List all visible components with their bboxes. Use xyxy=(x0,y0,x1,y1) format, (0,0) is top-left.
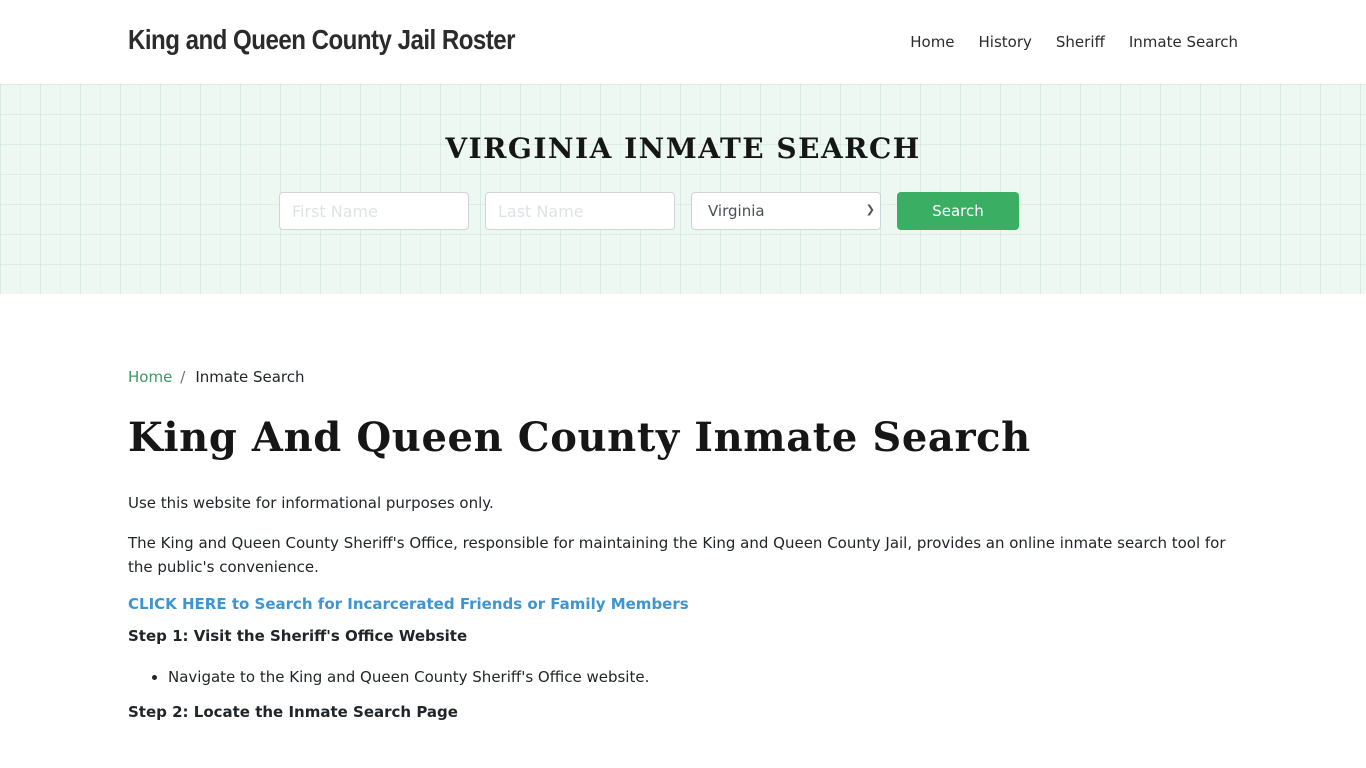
search-hero: VIRGINIA INMATE SEARCH Virginia ❯ Search xyxy=(0,84,1366,294)
description-text: The King and Queen County Sheriff's Offi… xyxy=(128,534,1226,576)
nav-history[interactable]: History xyxy=(979,33,1032,51)
breadcrumb-separator: / xyxy=(180,368,186,386)
list-item: Navigate to the King and Queen County Sh… xyxy=(168,665,1238,689)
search-button[interactable]: Search xyxy=(897,192,1019,230)
nav-home[interactable]: Home xyxy=(910,33,954,51)
main-nav: Home History Sheriff Inmate Search xyxy=(886,33,1238,51)
state-select-wrapper: Virginia ❯ xyxy=(691,192,881,230)
breadcrumb: Home / Inmate Search xyxy=(128,368,1238,386)
last-name-input[interactable] xyxy=(485,192,675,230)
breadcrumb-current: Inmate Search xyxy=(195,368,305,386)
intro-text: Use this website for informational purpo… xyxy=(128,494,494,512)
nav-sheriff[interactable]: Sheriff xyxy=(1056,33,1105,51)
page-title: King And Queen County Inmate Search xyxy=(128,414,1031,461)
inmate-search-form: Virginia ❯ Search xyxy=(279,192,1019,230)
nav-inmate-search[interactable]: Inmate Search xyxy=(1129,33,1238,51)
site-brand-link[interactable]: King and Queen County Jail Roster xyxy=(128,24,516,56)
step-1-title: Step 1: Visit the Sheriff's Office Websi… xyxy=(128,627,468,645)
search-cta-link[interactable]: CLICK HERE to Search for Incarcerated Fr… xyxy=(128,595,1238,613)
main-content: Home / Inmate Search King And Queen County… xyxy=(128,294,1238,721)
state-select[interactable]: Virginia xyxy=(691,192,881,230)
first-name-input[interactable] xyxy=(279,192,469,230)
hero-title: VIRGINIA INMATE SEARCH xyxy=(445,132,921,165)
step-2-title: Step 2: Locate the Inmate Search Page xyxy=(128,703,458,721)
breadcrumb-home[interactable]: Home xyxy=(128,368,172,386)
site-header: King and Queen County Jail Roster Home H… xyxy=(0,0,1366,84)
step-1-list: Navigate to the King and Queen County Sh… xyxy=(128,665,1238,689)
